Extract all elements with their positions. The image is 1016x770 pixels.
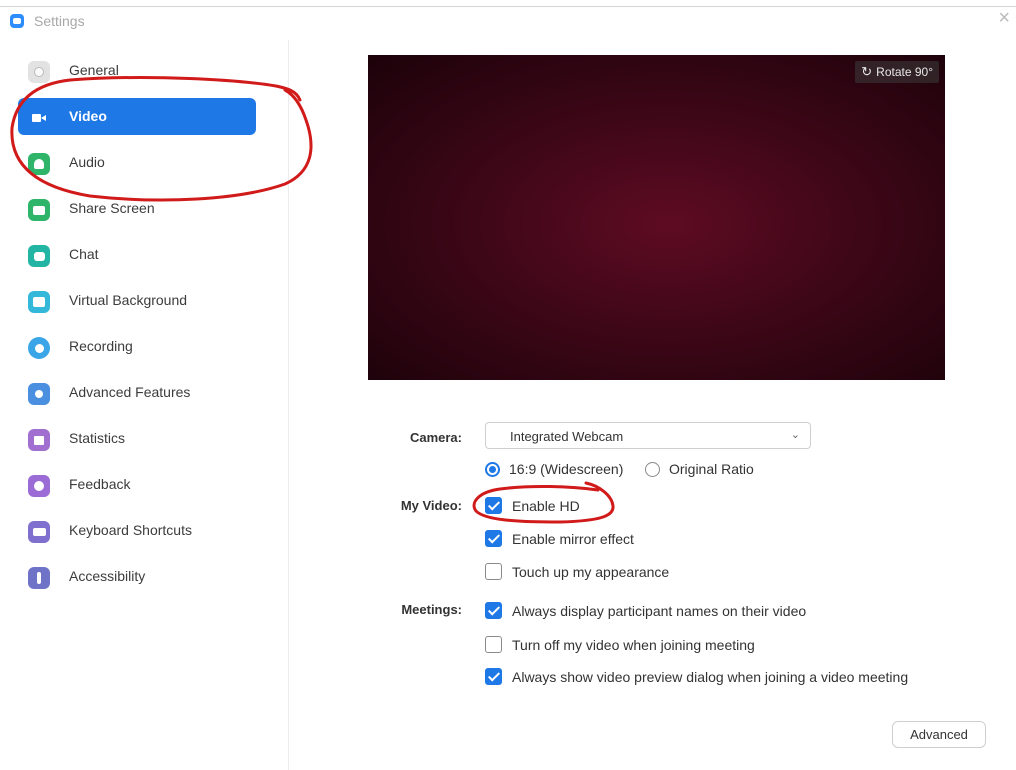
sidebar-item-keyboard-shortcuts[interactable]: Keyboard Shortcuts: [18, 512, 256, 549]
checkbox-label: Always show video preview dialog when jo…: [512, 668, 909, 685]
radio-button-selected[interactable]: [485, 461, 500, 477]
radio-widescreen[interactable]: 16:9 (Widescreen): [485, 461, 623, 477]
mirror-effect-checkbox-row[interactable]: Enable mirror effect: [485, 530, 634, 547]
sidebar-item-accessibility[interactable]: Accessibility: [18, 558, 256, 595]
advanced-button[interactable]: Advanced: [892, 721, 986, 748]
sidebar-item-audio[interactable]: Audio: [18, 144, 256, 181]
sidebar-item-feedback[interactable]: Feedback: [18, 466, 256, 503]
gear-icon: [28, 61, 50, 83]
chat-bubble-icon: [28, 245, 50, 267]
sidebar-item-label: Chat: [69, 246, 99, 262]
sidebar-divider: [288, 40, 289, 770]
rotate-label: Rotate 90°: [876, 65, 933, 79]
smiley-icon: [28, 475, 50, 497]
sidebar-item-virtual-background[interactable]: Virtual Background: [18, 282, 256, 319]
camera-label: Camera:: [409, 430, 462, 445]
checkbox-label: Turn off my video when joining meeting: [512, 636, 755, 653]
sidebar-item-label: Accessibility: [69, 568, 146, 584]
video-camera-icon: [28, 107, 50, 129]
my-video-label: My Video:: [400, 498, 462, 513]
sidebar-item-label: Share Screen: [69, 200, 155, 216]
advanced-features-icon: [28, 383, 50, 405]
sidebar: General Video Audio Share Screen Chat Vi…: [0, 40, 288, 770]
video-preview: ↻ Rotate 90°: [368, 55, 945, 380]
video-preview-dialog-checkbox-row[interactable]: Always show video preview dialog when jo…: [485, 668, 908, 685]
radio-label: Original Ratio: [669, 461, 754, 477]
radio-label: 16:9 (Widescreen): [509, 461, 624, 477]
video-preview-dialog-checkbox[interactable]: [485, 668, 502, 685]
rotate-button[interactable]: ↻ Rotate 90°: [855, 61, 939, 83]
sidebar-item-advanced-features[interactable]: Advanced Features: [18, 374, 256, 411]
camera-select[interactable]: Integrated Webcam ⌄: [485, 422, 811, 449]
keyboard-icon: [28, 521, 50, 543]
sidebar-item-label: Statistics: [69, 430, 126, 446]
share-screen-icon: [28, 199, 50, 221]
record-icon: [28, 337, 50, 359]
mirror-effect-checkbox[interactable]: [485, 530, 502, 547]
meetings-label: Meetings:: [401, 602, 462, 617]
sidebar-item-recording[interactable]: Recording: [18, 328, 256, 365]
sidebar-item-label: General: [69, 62, 119, 78]
headphones-icon: [28, 153, 50, 175]
rotate-icon: ↻: [861, 64, 873, 79]
checkbox-label: Touch up my appearance: [512, 563, 670, 580]
enable-hd-checkbox-row[interactable]: Enable HD: [485, 497, 580, 514]
close-icon[interactable]: ×: [998, 8, 1010, 28]
turn-off-video-checkbox-row[interactable]: Turn off my video when joining meeting: [485, 636, 755, 653]
sidebar-item-statistics[interactable]: Statistics: [18, 420, 256, 457]
window-title: Settings: [34, 13, 85, 29]
sidebar-item-chat[interactable]: Chat: [18, 236, 256, 273]
checkbox-label: Always display participant names on thei…: [512, 602, 807, 619]
sidebar-item-label: Video: [69, 108, 107, 124]
sidebar-item-label: Audio: [69, 154, 105, 170]
chevron-down-icon: ⌄: [790, 429, 800, 441]
zoom-app-icon: [10, 14, 24, 28]
sidebar-item-label: Recording: [69, 338, 133, 354]
sidebar-item-label: Keyboard Shortcuts: [69, 522, 192, 538]
checkbox-label: Enable mirror effect: [512, 530, 634, 547]
camera-select-value: Integrated Webcam: [510, 429, 624, 444]
sidebar-item-label: Feedback: [69, 476, 131, 492]
sidebar-item-label: Virtual Background: [69, 292, 188, 308]
sidebar-item-general[interactable]: General: [18, 52, 256, 89]
person-frame-icon: [28, 291, 50, 313]
checkbox-label: Enable HD: [512, 497, 580, 514]
touch-up-checkbox[interactable]: [485, 563, 502, 580]
bar-chart-icon: [28, 429, 50, 451]
sidebar-item-video[interactable]: Video: [18, 98, 256, 135]
radio-button[interactable]: [645, 461, 660, 477]
display-names-checkbox-row[interactable]: Always display participant names on thei…: [485, 602, 806, 619]
sidebar-item-label: Advanced Features: [69, 384, 191, 400]
accessibility-person-icon: [28, 567, 50, 589]
touch-up-checkbox-row[interactable]: Touch up my appearance: [485, 563, 669, 580]
turn-off-video-checkbox[interactable]: [485, 636, 502, 653]
sidebar-item-share-screen[interactable]: Share Screen: [18, 190, 256, 227]
enable-hd-checkbox[interactable]: [485, 497, 502, 514]
display-names-checkbox[interactable]: [485, 602, 502, 619]
title-bar: Settings ×: [0, 0, 1016, 40]
radio-original-ratio[interactable]: Original Ratio: [645, 461, 754, 477]
